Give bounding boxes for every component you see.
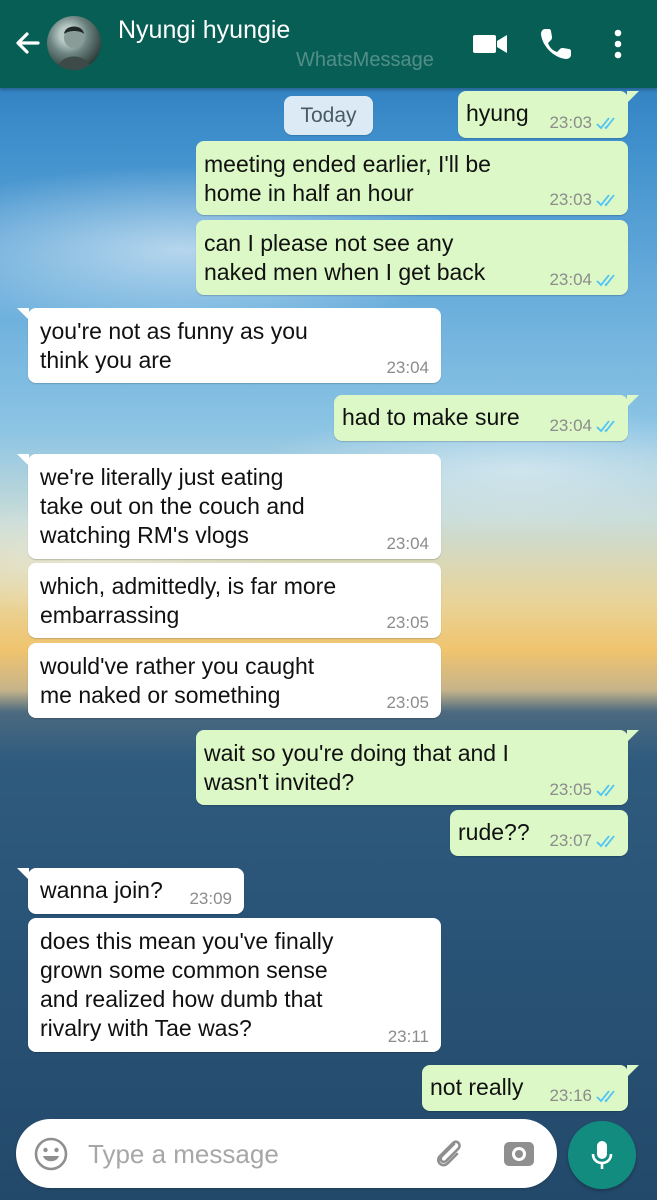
message-bubble-incoming[interactable]: would've rather you caught me naked or s… [28,643,441,718]
message-meta: 23:05 [386,613,429,633]
message-text: would've rather you caught me naked or s… [40,653,315,708]
message-text: rude?? [458,819,530,845]
message-meta: 23:04 [386,534,429,554]
message-text: does this mean you've finally grown some… [40,928,334,1041]
double-check-read-icon [596,274,615,287]
message-meta: 23:07 [549,831,620,851]
message-bubble-outgoing[interactable]: meeting ended earlier, I'll be home in h… [196,141,628,215]
double-check-read-icon [596,784,615,797]
message-meta: 23:05 [386,693,429,713]
message-meta: 23:04 [549,270,620,290]
emoji-icon[interactable] [33,1136,69,1172]
bubble-tail [627,730,639,742]
message-time: 23:04 [549,270,592,289]
message-time: 23:11 [387,1027,429,1046]
video-call-icon[interactable] [470,24,510,64]
message-text: can I please not see any naked men when … [204,230,486,285]
date-chip: Today [284,96,373,135]
message-meta: 23:16 [549,1086,620,1106]
message-time: 23:03 [549,113,592,132]
message-time: 23:04 [386,534,429,553]
message-meta: 23:04 [386,358,429,378]
message-bubble-incoming[interactable]: you're not as funny as you think you are… [17,308,441,383]
message-meta: 23:03 [549,190,620,210]
message-text: meeting ended earlier, I'll be home in h… [204,151,491,206]
message-time: 23:16 [549,1086,592,1105]
message-time: 23:03 [549,190,592,209]
double-check-read-icon [596,1090,615,1103]
contact-name[interactable]: Nyungi hyungie [118,16,290,45]
message-meta: 23:11 [388,1027,429,1047]
message-bubble-outgoing[interactable]: hyung 23:03 [458,91,639,138]
message-text: wait so you're doing that and I wasn't i… [204,740,509,795]
double-check-read-icon [596,420,615,433]
avatar[interactable] [47,16,101,70]
message-bubble-incoming[interactable]: does this mean you've finally grown some… [28,918,441,1052]
message-time: 23:05 [386,693,429,712]
message-bubble-outgoing[interactable]: rude?? 23:07 [450,810,628,856]
bubble-tail [627,395,639,407]
message-text: had to make sure [342,404,520,430]
bubble-tail [17,868,29,880]
message-bubble-outgoing[interactable]: can I please not see any naked men when … [196,220,628,295]
message-text: wanna join? [40,877,163,903]
message-meta: 23:03 [549,113,620,133]
phone-call-icon[interactable] [536,24,576,64]
message-time: 23:04 [386,358,429,377]
message-bubble-incoming[interactable]: we're literally just eating take out on … [17,454,441,559]
chat-header: Nyungi hyungie WhatsMessage [0,0,657,88]
message-bubble-incoming[interactable]: which, admittedly, is far more embarrass… [28,563,441,638]
message-text: hyung [466,100,529,126]
message-text: we're literally just eating take out on … [40,464,305,548]
double-check-read-icon [596,835,615,848]
bubble-tail [17,454,29,466]
message-text: you're not as funny as you think you are [40,318,308,373]
double-check-read-icon [596,194,615,207]
message-bubble-outgoing[interactable]: had to make sure 23:04 [334,395,639,441]
message-meta: 23:09 [189,889,232,909]
bubble-tail [17,308,29,320]
bubble-tail [627,91,639,103]
camera-icon[interactable] [501,1135,537,1171]
voice-message-button[interactable] [568,1121,636,1189]
message-meta: 23:04 [549,416,620,436]
message-time: 23:07 [549,831,592,850]
back-arrow-icon[interactable] [12,26,42,60]
message-time: 23:09 [189,889,232,908]
microphone-icon [591,1141,613,1169]
watermark-text: WhatsMessage [296,49,434,71]
double-check-read-icon [596,117,615,130]
message-meta: 23:05 [549,780,620,800]
message-bubble-outgoing[interactable]: wait so you're doing that and I wasn't i… [196,730,639,805]
message-time: 23:04 [549,416,592,435]
message-text: which, admittedly, is far more embarrass… [40,573,337,628]
attachment-paperclip-icon[interactable] [430,1135,466,1171]
message-text: not really [430,1074,524,1100]
more-vertical-icon[interactable] [598,24,638,64]
message-time: 23:05 [386,613,429,632]
message-bubble-outgoing[interactable]: not really 23:16 [422,1065,639,1111]
message-input[interactable] [86,1131,420,1177]
message-time: 23:05 [549,780,592,799]
message-composer [16,1119,557,1188]
bubble-tail [627,1065,639,1077]
message-bubble-incoming[interactable]: wanna join? 23:09 [17,868,244,914]
